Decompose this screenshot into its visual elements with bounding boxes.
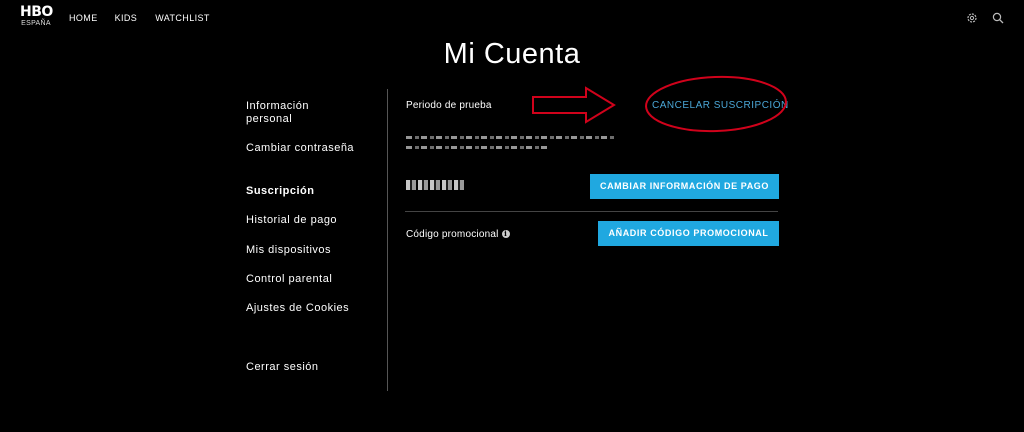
annotation-arrow bbox=[532, 86, 616, 124]
annotation-overlay bbox=[532, 75, 787, 133]
annotation-ellipse bbox=[645, 75, 787, 133]
